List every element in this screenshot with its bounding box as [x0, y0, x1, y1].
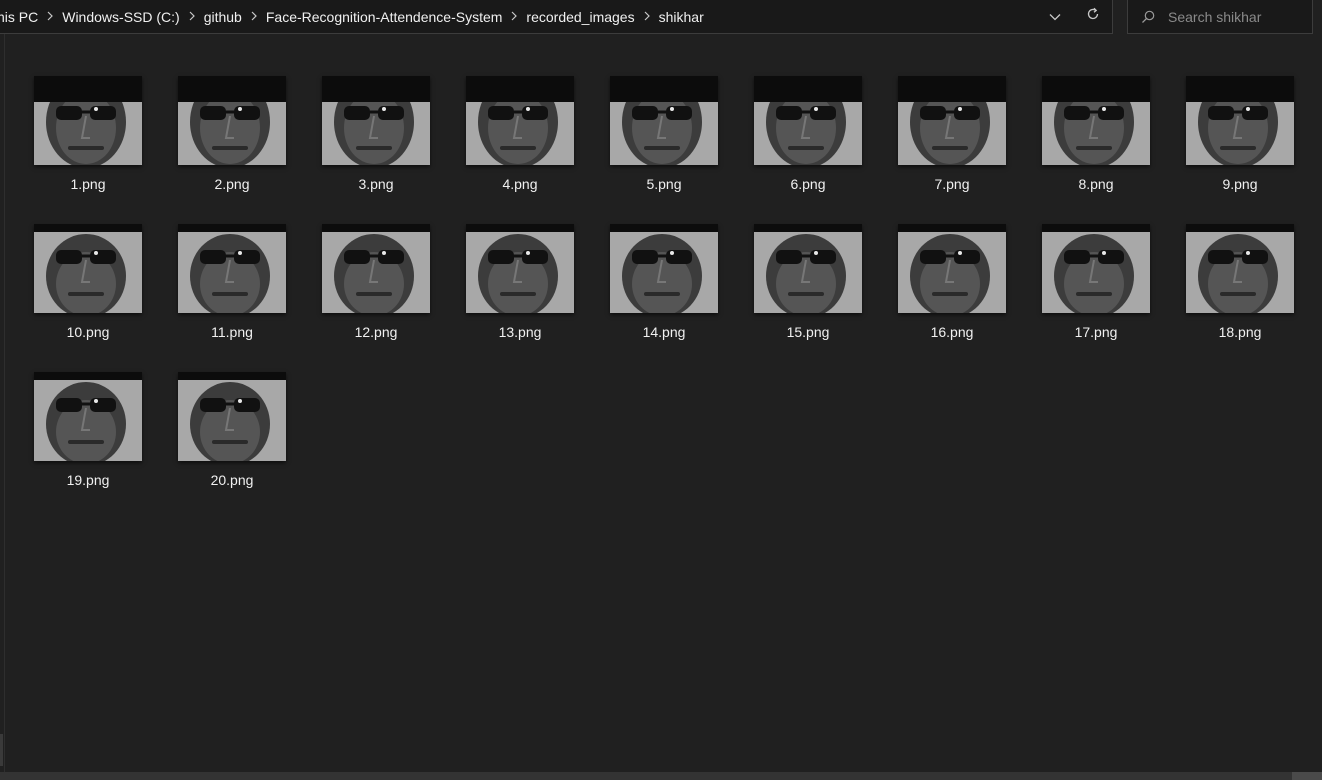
file-item[interactable]: 7.png: [882, 68, 1022, 208]
file-item[interactable]: 18.png: [1170, 216, 1310, 356]
chevron-right-icon[interactable]: [246, 0, 262, 34]
image-thumbnail: [34, 224, 142, 313]
breadcrumb-item-this-pc[interactable]: his PC: [0, 0, 42, 34]
image-thumbnail: [898, 224, 1006, 313]
image-thumbnail: [178, 372, 286, 461]
image-thumbnail: [610, 76, 718, 165]
chevron-right-icon[interactable]: [639, 0, 655, 34]
image-thumbnail: [178, 76, 286, 165]
image-thumbnail: [1186, 76, 1294, 165]
refresh-icon: [1085, 6, 1101, 27]
file-item[interactable]: 12.png: [306, 216, 446, 356]
breadcrumb-item-recorded-images[interactable]: recorded_images: [522, 0, 638, 34]
file-name-label: 19.png: [66, 472, 110, 488]
search-input[interactable]: [1168, 8, 1308, 25]
file-grid: 1.png 2.png 3.png 4.png 5.png 6.png 7.png 8.png…: [18, 68, 1318, 758]
file-item[interactable]: 8.png: [1026, 68, 1166, 208]
file-name-label: 7.png: [934, 176, 970, 192]
breadcrumb-item-face-recognition[interactable]: Face-Recognition-Attendence-System: [262, 0, 507, 34]
breadcrumb-item-windows-ssd[interactable]: Windows-SSD (C:): [58, 0, 183, 34]
file-name-label: 6.png: [790, 176, 826, 192]
search-icon: [1128, 0, 1168, 34]
file-name-label: 1.png: [70, 176, 106, 192]
file-item[interactable]: 15.png: [738, 216, 878, 356]
file-name-label: 10.png: [66, 324, 110, 340]
breadcrumb: his PC Windows-SSD (C:) github Face-Reco…: [0, 0, 708, 33]
refresh-button[interactable]: [1074, 0, 1112, 33]
image-thumbnail: [466, 76, 574, 165]
file-name-label: 4.png: [502, 176, 538, 192]
navigation-pane-edge: [0, 34, 5, 772]
file-item[interactable]: 19.png: [18, 364, 158, 504]
file-item[interactable]: 4.png: [450, 68, 590, 208]
file-name-label: 9.png: [1222, 176, 1258, 192]
breadcrumb-item-shikhar[interactable]: shikhar: [655, 0, 708, 34]
file-item[interactable]: 10.png: [18, 216, 158, 356]
file-item[interactable]: 3.png: [306, 68, 446, 208]
breadcrumb-item-github[interactable]: github: [200, 0, 246, 34]
image-thumbnail: [34, 372, 142, 461]
file-item[interactable]: 1.png: [18, 68, 158, 208]
scrollbar-thumb[interactable]: [1292, 772, 1322, 780]
chevron-right-icon[interactable]: [506, 0, 522, 34]
file-item[interactable]: 6.png: [738, 68, 878, 208]
chevron-right-icon[interactable]: [184, 0, 200, 34]
navigation-scrollbar-thumb[interactable]: [0, 734, 3, 766]
image-thumbnail: [178, 224, 286, 313]
file-item[interactable]: 20.png: [162, 364, 302, 504]
image-thumbnail: [322, 224, 430, 313]
horizontal-scrollbar[interactable]: [0, 772, 1322, 780]
file-item[interactable]: 5.png: [594, 68, 734, 208]
image-thumbnail: [754, 224, 862, 313]
file-name-label: 18.png: [1218, 324, 1262, 340]
file-name-label: 12.png: [354, 324, 398, 340]
file-item[interactable]: 9.png: [1170, 68, 1310, 208]
image-thumbnail: [34, 76, 142, 165]
file-item[interactable]: 13.png: [450, 216, 590, 356]
file-name-label: 5.png: [646, 176, 682, 192]
address-bar[interactable]: his PC Windows-SSD (C:) github Face-Reco…: [0, 0, 1113, 34]
file-name-label: 8.png: [1078, 176, 1114, 192]
file-name-label: 2.png: [214, 176, 250, 192]
file-item[interactable]: 16.png: [882, 216, 1022, 356]
image-thumbnail: [754, 76, 862, 165]
image-thumbnail: [898, 76, 1006, 165]
file-name-label: 15.png: [786, 324, 830, 340]
file-name-label: 16.png: [930, 324, 974, 340]
address-tools: [1036, 0, 1112, 33]
file-item[interactable]: 11.png: [162, 216, 302, 356]
file-name-label: 20.png: [210, 472, 254, 488]
file-explorer-window: his PC Windows-SSD (C:) github Face-Reco…: [0, 0, 1322, 780]
chevron-right-icon[interactable]: [42, 0, 58, 34]
address-history-button[interactable]: [1036, 0, 1074, 33]
image-thumbnail: [322, 76, 430, 165]
chevron-down-icon: [1049, 8, 1061, 26]
search-box[interactable]: [1127, 0, 1313, 34]
image-thumbnail: [1186, 224, 1294, 313]
file-item[interactable]: 17.png: [1026, 216, 1166, 356]
image-thumbnail: [610, 224, 718, 313]
file-name-label: 11.png: [211, 324, 253, 340]
file-item[interactable]: 14.png: [594, 216, 734, 356]
image-thumbnail: [1042, 76, 1150, 165]
file-name-label: 17.png: [1074, 324, 1118, 340]
image-thumbnail: [466, 224, 574, 313]
file-name-label: 14.png: [642, 324, 686, 340]
file-name-label: 3.png: [358, 176, 394, 192]
file-name-label: 13.png: [498, 324, 542, 340]
image-thumbnail: [1042, 224, 1150, 313]
file-item[interactable]: 2.png: [162, 68, 302, 208]
